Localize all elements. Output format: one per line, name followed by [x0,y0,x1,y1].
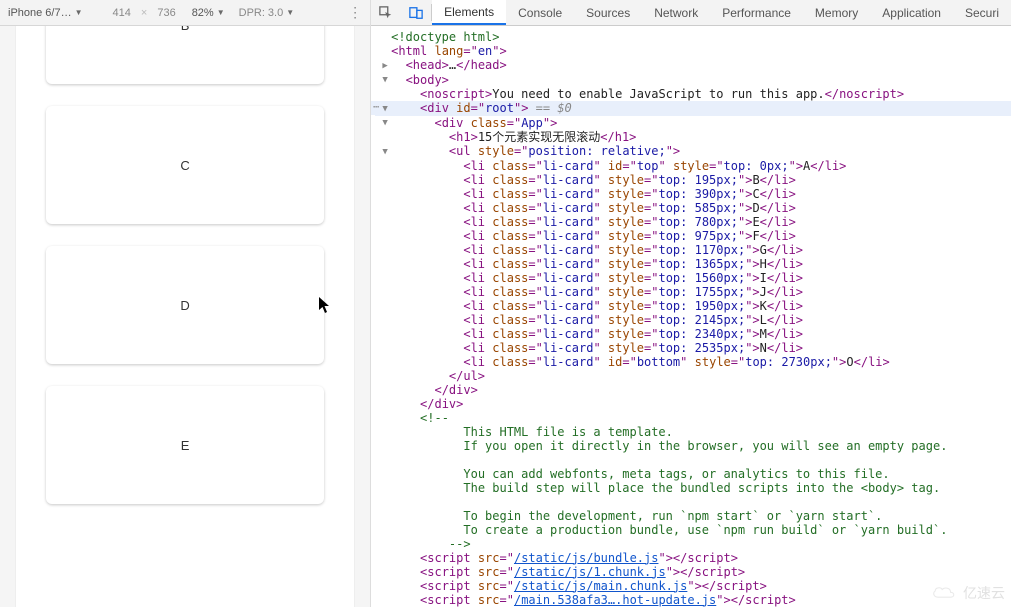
dom-node[interactable]: <li class="li-card" style="top: 2145px;"… [375,313,1011,327]
dom-node[interactable]: <script src="/static/js/bundle.js"></scr… [375,551,1011,565]
dom-node[interactable]: </div> [375,397,1011,411]
dom-node[interactable]: ▼ <body> [375,73,1011,88]
elements-tree[interactable]: <!doctype html><html lang="en">▶ <head>…… [371,26,1011,607]
dpr-select[interactable]: DPR: 3.0 ▼ [239,7,295,19]
dom-node[interactable]: <!doctype html> [375,30,1011,44]
tab-performance[interactable]: Performance [710,0,803,25]
dom-node[interactable]: <script src="/main.538afa3….hot-update.j… [375,593,1011,607]
dom-node[interactable]: <li class="li-card" style="top: 780px;">… [375,215,1011,229]
dom-node[interactable]: To create a production bundle, use `npm … [375,523,1011,537]
devtools-pane: ElementsConsoleSourcesNetworkPerformance… [371,0,1011,607]
preview-card[interactable]: B [46,26,324,84]
dom-node[interactable]: </div> [375,383,1011,397]
tab-console[interactable]: Console [506,0,574,25]
preview-card[interactable]: E [46,386,324,504]
dom-node[interactable]: <li class="li-card" style="top: 1170px;"… [375,243,1011,257]
dom-node[interactable]: <li class="li-card" style="top: 2535px;"… [375,341,1011,355]
tab-network[interactable]: Network [642,0,710,25]
dom-node[interactable]: To begin the development, run `npm start… [375,509,1011,523]
tab-memory[interactable]: Memory [803,0,870,25]
dom-node[interactable]: <li class="li-card" style="top: 585px;">… [375,201,1011,215]
preview-card[interactable]: C [46,106,324,224]
dom-node[interactable]: <h1>15个元素实现无限滚动</h1> [375,130,1011,144]
dom-node[interactable]: --> [375,537,1011,551]
toggle-device-toolbar-icon[interactable] [401,0,431,25]
chevron-down-icon: ▼ [286,8,294,17]
watermark: 亿速云 [931,583,1005,603]
dom-node[interactable]: ▼ <div class="App"> [375,116,1011,131]
dom-node[interactable]: <li class="li-card" style="top: 1755px;"… [375,285,1011,299]
dom-node[interactable]: <li class="li-card" style="top: 1560px;"… [375,271,1011,285]
dom-node[interactable]: <script src="/static/js/1.chunk.js"></sc… [375,565,1011,579]
dom-node[interactable]: <noscript>You need to enable JavaScript … [375,87,1011,101]
preview-card[interactable]: D [46,246,324,364]
device-toolbar: iPhone 6/7… ▼ 414 × 736 82% ▼ DPR: 3.0 ▼… [0,0,370,26]
device-select[interactable]: iPhone 6/7… ▼ [8,7,83,19]
dom-node[interactable]: <li class="li-card" id="top" style="top:… [375,159,1011,173]
dimension-separator: × [141,7,147,19]
viewport-height[interactable]: 736 [157,7,175,19]
dom-node[interactable]: ⋯▼ <div id="root"> == $0 [375,101,1011,116]
dom-node[interactable]: <li class="li-card" style="top: 975px;">… [375,229,1011,243]
zoom-select[interactable]: 82% ▼ [192,7,225,19]
dom-node[interactable]: <li class="li-card" style="top: 195px;">… [375,173,1011,187]
dom-node[interactable]: You can add webfonts, meta tags, or anal… [375,467,1011,481]
dpr-label: DPR: [239,7,265,19]
tab-sources[interactable]: Sources [574,0,642,25]
inspect-element-icon[interactable] [371,0,401,25]
tab-securi[interactable]: Securi [953,0,1011,25]
dom-node[interactable]: <li class="li-card" id="bottom" style="t… [375,355,1011,369]
dom-node[interactable] [375,495,1011,509]
device-name: iPhone 6/7… [8,7,72,19]
dom-node[interactable]: <!-- [375,411,1011,425]
device-frame[interactable]: BCDE [15,26,355,607]
dom-node[interactable] [375,453,1011,467]
chevron-down-icon: ▼ [217,8,225,17]
dom-node[interactable]: This HTML file is a template. [375,425,1011,439]
tab-application[interactable]: Application [870,0,953,25]
dom-node[interactable]: If you open it directly in the browser, … [375,439,1011,453]
dom-node[interactable]: </ul> [375,369,1011,383]
dom-node[interactable]: <html lang="en"> [375,44,1011,58]
dom-node[interactable]: <li class="li-card" style="top: 2340px;"… [375,327,1011,341]
zoom-value: 82% [192,7,214,19]
dom-node[interactable]: The build step will place the bundled sc… [375,481,1011,495]
dom-node[interactable]: <li class="li-card" style="top: 390px;">… [375,187,1011,201]
viewport-width[interactable]: 414 [113,7,131,19]
preview-area: BCDE [0,26,370,607]
dom-node[interactable]: <script src="/static/js/main.chunk.js"><… [375,579,1011,593]
devtools-tabs: ElementsConsoleSourcesNetworkPerformance… [371,0,1011,26]
dom-node[interactable]: <li class="li-card" style="top: 1365px;"… [375,257,1011,271]
chevron-down-icon: ▼ [75,8,83,17]
dom-node[interactable]: ▼ <ul style="position: relative;"> [375,144,1011,159]
tab-elements[interactable]: Elements [432,0,506,25]
dom-node[interactable]: <li class="li-card" style="top: 1950px;"… [375,299,1011,313]
kebab-menu-icon[interactable]: ⋮ [348,4,362,21]
device-preview-pane: iPhone 6/7… ▼ 414 × 736 82% ▼ DPR: 3.0 ▼… [0,0,371,607]
dpr-value: 3.0 [268,7,283,19]
dom-node[interactable]: ▶ <head>…</head> [375,58,1011,73]
